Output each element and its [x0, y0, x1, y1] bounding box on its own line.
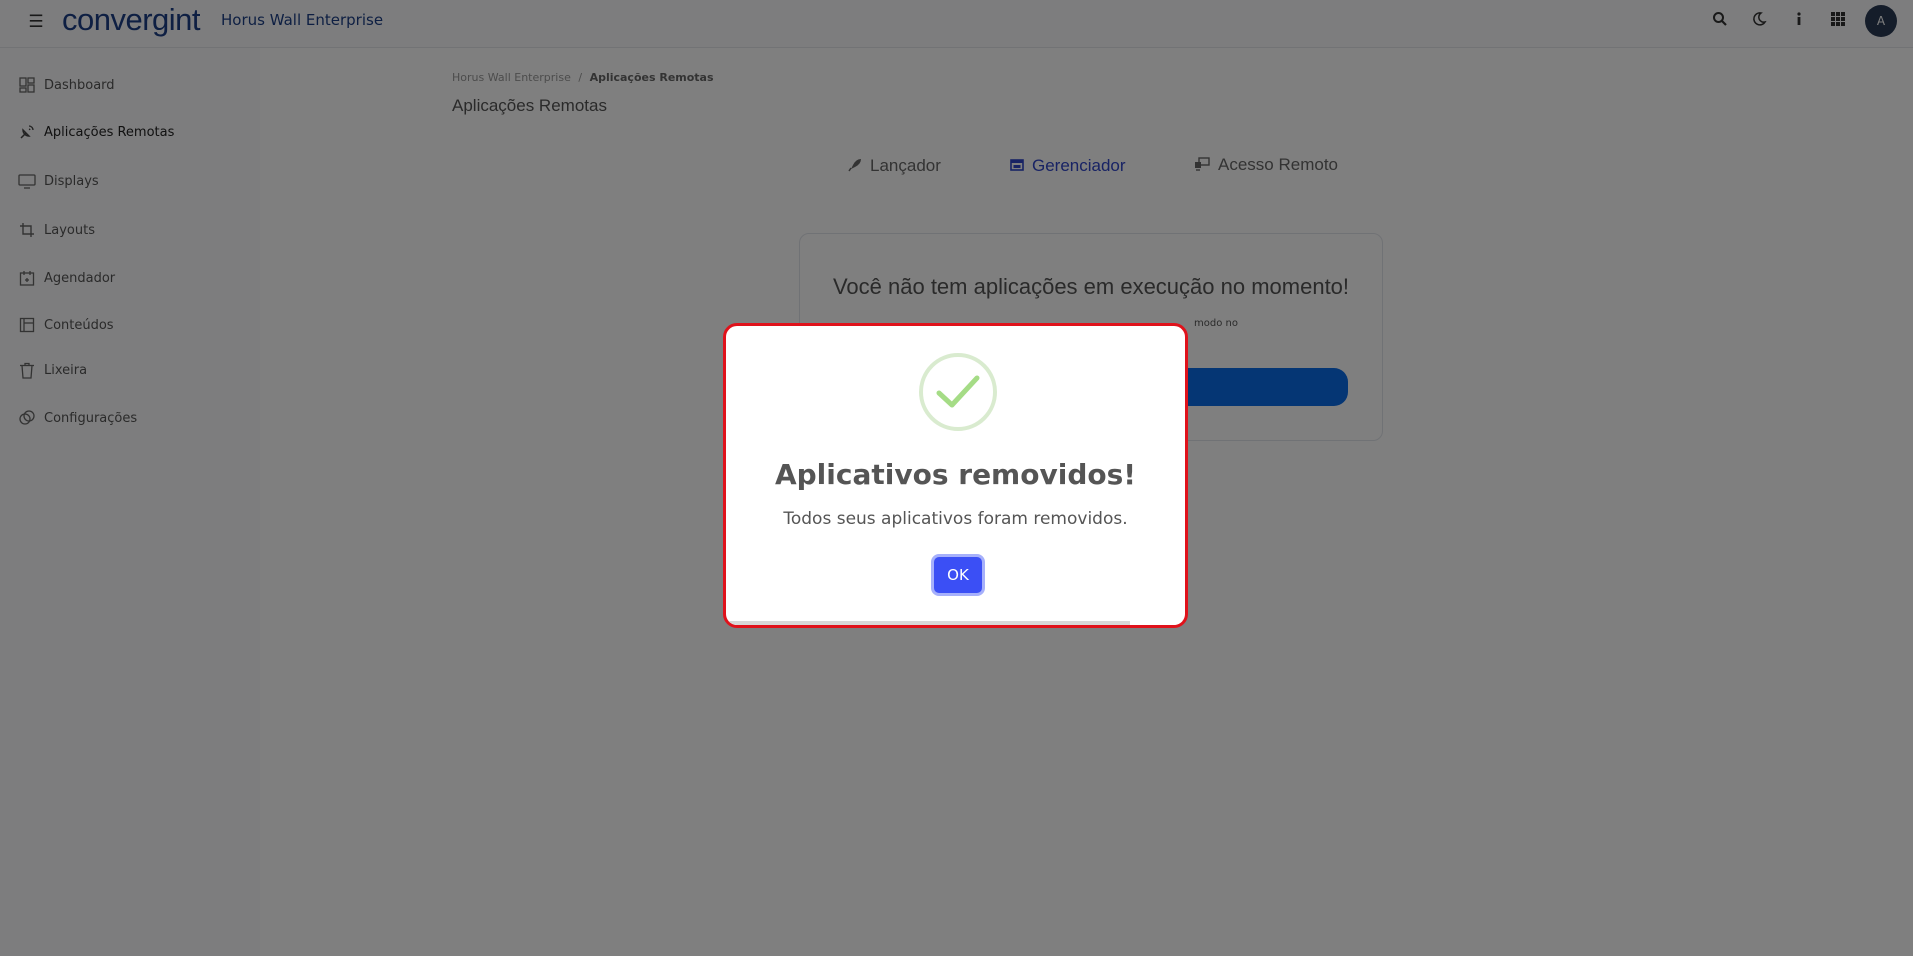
- check-icon: [936, 375, 980, 408]
- dialog-title: Aplicativos removidos!: [774, 458, 1137, 491]
- success-circle: [919, 353, 997, 431]
- success-dialog: Aplicativos removidos! Todos seus aplica…: [723, 323, 1188, 628]
- timer-progress-bar: [726, 621, 1185, 625]
- timer-progress-fill: [726, 621, 1130, 625]
- dialog-message: Todos seus aplicativos foram removidos.: [783, 509, 1128, 529]
- ok-button[interactable]: OK: [931, 554, 985, 596]
